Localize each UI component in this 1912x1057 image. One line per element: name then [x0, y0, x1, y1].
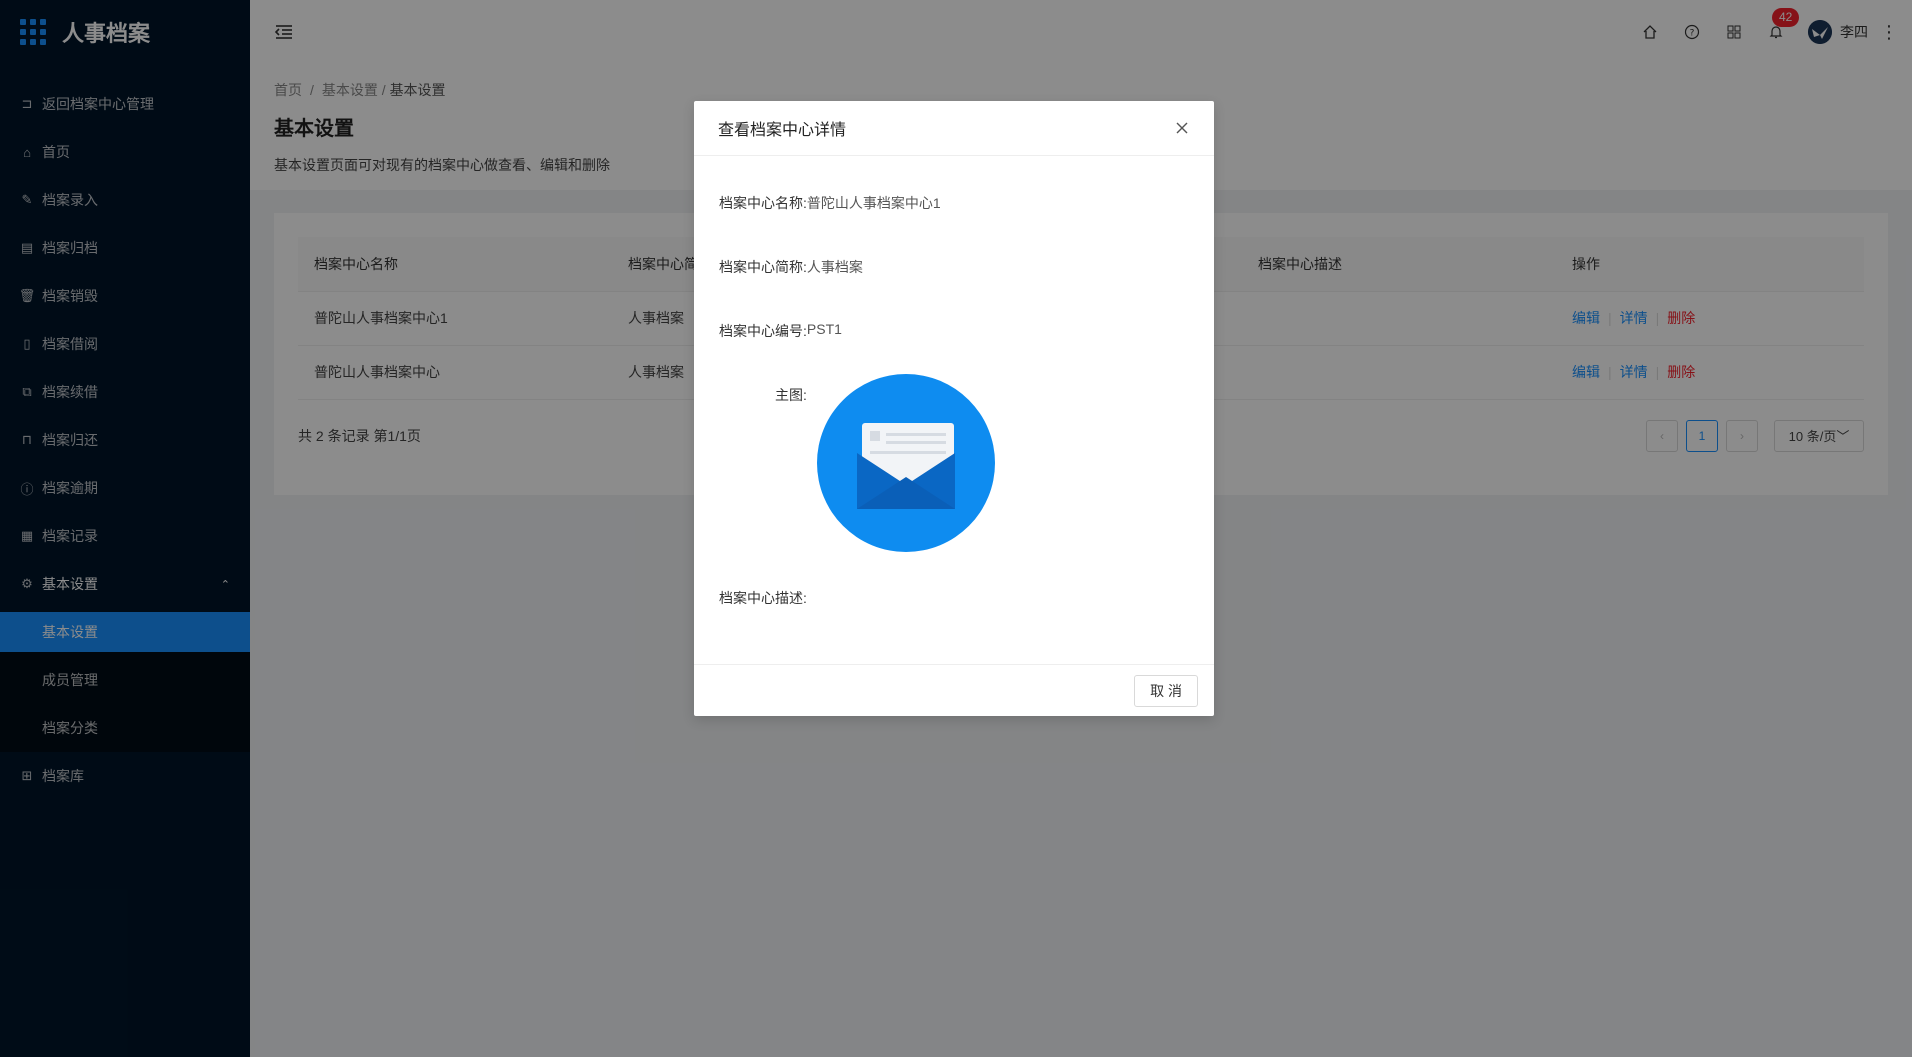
- detail-modal: 查看档案中心详情 档案中心名称: 普陀山人事档案中心1 档案中心简称: 人事档案 档…: [694, 101, 1214, 716]
- field-label: 档案中心简称:: [719, 259, 807, 275]
- modal-title: 查看档案中心详情: [718, 122, 847, 139]
- close-icon[interactable]: [1174, 120, 1190, 136]
- field-description: 档案中心描述:: [719, 588, 807, 608]
- cancel-button[interactable]: 取 消: [1134, 674, 1198, 707]
- field-code: 档案中心编号: PST1: [719, 321, 842, 341]
- envelope-icon: [817, 374, 995, 552]
- field-label: 档案中心描述:: [719, 590, 807, 606]
- modal-footer: 取 消: [694, 664, 1214, 716]
- field-name: 档案中心名称: 普陀山人事档案中心1: [719, 193, 941, 213]
- field-value: 人事档案: [806, 259, 863, 275]
- field-label: 档案中心编号:: [719, 323, 807, 339]
- field-value: PST1: [806, 321, 842, 337]
- field-label: 档案中心名称:: [719, 195, 807, 211]
- field-image: 主图:: [775, 385, 807, 405]
- modal-header: 查看档案中心详情: [694, 101, 1214, 156]
- field-label: 主图:: [775, 387, 807, 403]
- modal-body: 档案中心名称: 普陀山人事档案中心1 档案中心简称: 人事档案 档案中心编号: PST…: [694, 156, 1214, 664]
- field-value: 普陀山人事档案中心1: [806, 195, 941, 211]
- field-short: 档案中心简称: 人事档案: [719, 257, 863, 277]
